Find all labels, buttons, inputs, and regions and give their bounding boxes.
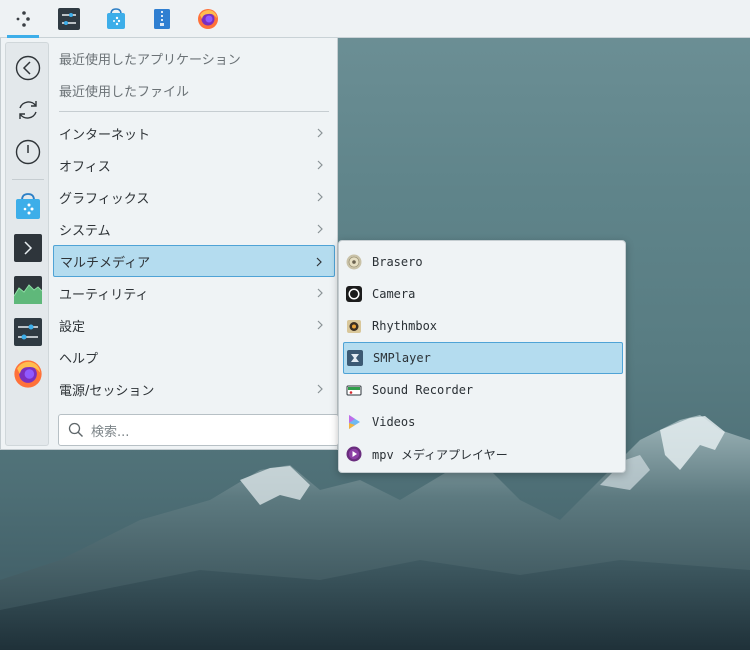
category-label: オフィス — [59, 159, 111, 175]
app-rhythmbox[interactable]: Rhythmbox — [343, 310, 623, 342]
chevron-right-icon — [317, 288, 323, 298]
sound-recorder-icon — [346, 382, 362, 398]
refresh-button[interactable] — [8, 90, 48, 130]
chevron-right-icon — [317, 128, 323, 138]
chevron-right-icon — [316, 257, 322, 267]
app-launcher-button[interactable] — [4, 0, 42, 38]
recent-files-label: 最近使用したファイル — [59, 84, 190, 100]
recent-applications-label: 最近使用したアプリケーション — [59, 52, 241, 68]
app-label: Sound Recorder — [372, 383, 474, 397]
refresh-icon — [19, 101, 37, 119]
search-input[interactable]: 検索... — [58, 414, 339, 446]
app-label: mpv メディアプレイヤー — [372, 447, 508, 462]
app-smplayer[interactable]: SMPlayer — [343, 342, 623, 374]
terminal-launcher[interactable] — [8, 228, 48, 268]
brasero-icon — [346, 254, 362, 270]
chevron-right-icon — [317, 224, 323, 234]
top-panel — [0, 0, 750, 38]
category-label: 電源/セッション — [59, 383, 155, 399]
system-settings-icon — [58, 8, 80, 30]
videos-icon — [346, 414, 362, 430]
firefox-icon — [198, 9, 218, 29]
back-icon — [15, 55, 41, 81]
app-label: Rhythmbox — [372, 319, 438, 333]
app-label: SMPlayer — [373, 351, 431, 365]
category-internet[interactable]: インターネット — [53, 117, 335, 149]
system-settings-button[interactable] — [50, 0, 88, 38]
search-placeholder: 検索... — [91, 424, 130, 440]
back-button[interactable] — [8, 48, 48, 88]
recent-applications[interactable]: 最近使用したアプリケーション — [53, 42, 335, 74]
archive-icon — [154, 9, 170, 29]
store-launcher[interactable] — [8, 186, 48, 226]
discover-store-button[interactable] — [97, 0, 135, 38]
app-mpv[interactable]: mpv メディアプレイヤー — [343, 438, 623, 470]
category-power-session[interactable]: 電源/セッション — [53, 373, 335, 405]
recent-files[interactable]: 最近使用したファイル — [53, 74, 335, 106]
launcher-separator — [59, 111, 329, 112]
app-launcher-icon — [16, 11, 30, 27]
category-label: インターネット — [59, 127, 151, 143]
firefox-icon — [14, 360, 42, 388]
category-help[interactable]: ヘルプ — [53, 341, 335, 373]
rhythmbox-icon — [346, 318, 362, 334]
app-brasero[interactable]: Brasero — [343, 246, 623, 278]
category-multimedia[interactable]: マルチメディア — [53, 245, 335, 277]
category-label: グラフィックス — [59, 191, 150, 207]
chevron-right-icon — [317, 320, 323, 330]
power-button[interactable] — [8, 132, 48, 172]
app-label: Videos — [372, 415, 416, 429]
chevron-right-icon — [317, 384, 323, 394]
firefox-launcher[interactable] — [8, 354, 48, 394]
firefox-button[interactable] — [189, 0, 227, 38]
camera-icon — [346, 286, 362, 302]
chevron-right-icon — [317, 160, 323, 170]
launcher-sidebar — [5, 42, 49, 446]
archive-button[interactable] — [143, 0, 181, 38]
multimedia-submenu: Brasero Camera Rhythmbox SMPlayer Sound … — [338, 240, 626, 473]
category-label: システム — [59, 223, 111, 239]
app-sound-recorder[interactable]: Sound Recorder — [343, 374, 623, 406]
app-videos[interactable]: Videos — [343, 406, 623, 438]
category-system[interactable]: システム — [53, 213, 335, 245]
category-label: ヘルプ — [59, 351, 99, 367]
terminal-icon — [14, 234, 42, 262]
discover-store-icon — [107, 8, 125, 29]
category-utilities[interactable]: ユーティリティ — [53, 277, 335, 309]
sidebar-separator — [12, 179, 44, 180]
system-monitor-launcher[interactable] — [8, 270, 48, 310]
app-camera[interactable]: Camera — [343, 278, 623, 310]
settings-icon — [14, 318, 42, 346]
category-office[interactable]: オフィス — [53, 149, 335, 181]
category-label: 設定 — [59, 319, 86, 335]
category-graphics[interactable]: グラフィックス — [53, 181, 335, 213]
mpv-icon — [346, 446, 362, 462]
category-label: マルチメディア — [60, 255, 151, 271]
power-icon — [15, 139, 41, 165]
chevron-right-icon — [317, 192, 323, 202]
category-label: ユーティリティ — [59, 287, 149, 303]
system-monitor-icon — [14, 276, 42, 304]
search-icon — [68, 422, 83, 437]
app-label: Camera — [372, 287, 416, 301]
category-settings[interactable]: 設定 — [53, 309, 335, 341]
app-label: Brasero — [372, 255, 423, 269]
smplayer-icon — [347, 350, 363, 366]
application-launcher: 最近使用したアプリケーション 最近使用したファイル インターネット オフィス グ… — [0, 38, 339, 450]
store-icon — [16, 193, 40, 219]
settings-launcher[interactable] — [8, 312, 48, 352]
